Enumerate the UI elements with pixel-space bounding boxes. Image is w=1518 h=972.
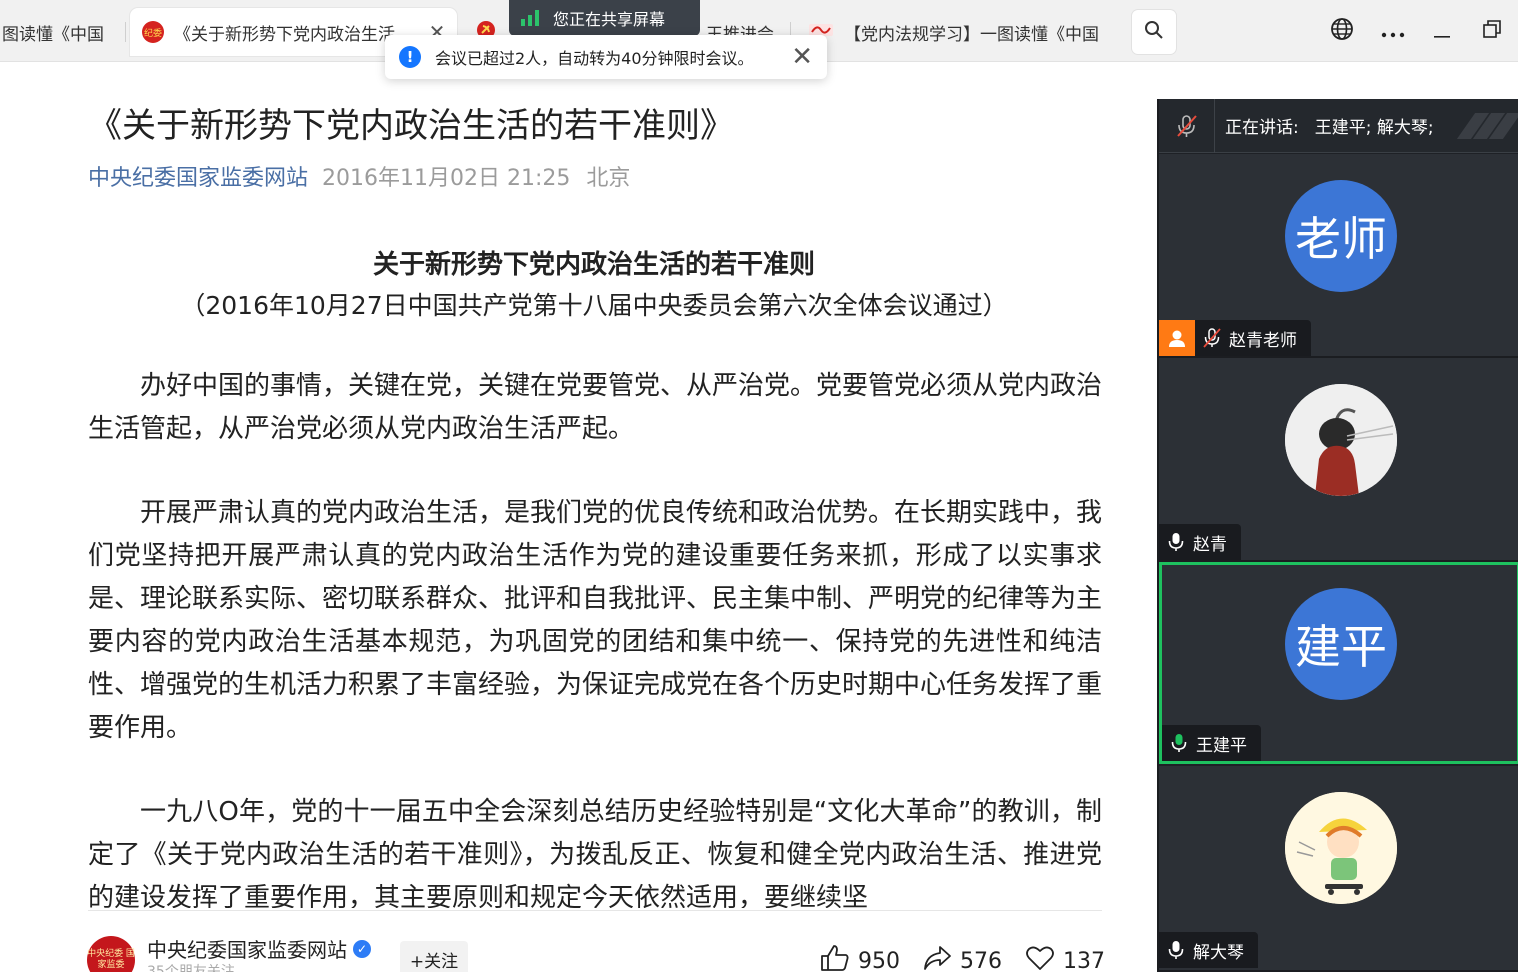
article-paragraph: 一九八O年，党的十一届五中全会深刻总结历史经验特别是“文化大革命”的教训，制定了…: [88, 797, 1102, 913]
tab-label: 图读懂《中国: [2, 24, 104, 45]
article-content: 《关于新形势下党内政治生活的若干准则》 中央纪委国家监委网站 2016年11月02…: [0, 62, 1157, 972]
participant-name: 赵青老师: [1229, 330, 1297, 351]
article-source-link[interactable]: 中央纪委国家监委网站: [88, 166, 308, 191]
mic-muted-icon[interactable]: [1159, 98, 1215, 153]
share-arrow-icon: [922, 944, 960, 972]
tab-label: 【党内法规学习】一图读懂《中国: [844, 24, 1099, 45]
notice-text: 会议已超过2人，自动转为40分钟限时会议。: [435, 49, 754, 68]
language-globe-button[interactable]: [1322, 14, 1362, 48]
favorite-count: 137: [1063, 948, 1105, 972]
signal-bars-icon: [521, 10, 539, 26]
search-icon: [1144, 20, 1164, 44]
participant-avatar: 老师: [1285, 180, 1397, 292]
participant-name-tag: 赵青: [1159, 524, 1241, 560]
panel-drag-handle-icon[interactable]: [1456, 113, 1518, 139]
participant-tile-active-speaker[interactable]: 建平 王建平: [1159, 562, 1518, 764]
browser-tab-5[interactable]: 【党内法规学习】一图读懂《中国: [796, 8, 1124, 56]
participant-name: 解大琴: [1193, 942, 1244, 963]
like-button[interactable]: 950: [820, 944, 900, 972]
tab-separator: [125, 22, 126, 42]
microphone-active-icon: [1170, 733, 1188, 753]
tab-label: 《关于新形势下党内政治生活: [174, 24, 395, 45]
participant-tile[interactable]: 解大琴: [1159, 766, 1518, 972]
tab-search-button[interactable]: [1132, 10, 1176, 54]
speaking-label: 正在讲话:: [1225, 118, 1299, 138]
globe-icon: [1330, 17, 1354, 46]
restore-icon: [1483, 19, 1501, 43]
footer-divider: [88, 910, 1102, 911]
restore-button[interactable]: [1472, 14, 1512, 48]
article-byline: 中央纪委国家监委网站 2016年11月02日 21:25 北京: [88, 160, 630, 192]
more-options-button[interactable]: [1373, 14, 1413, 48]
follow-button[interactable]: +关注: [400, 941, 468, 972]
notice-close-icon[interactable]: ✕: [791, 43, 813, 71]
speaking-names: 王建平; 解大琴;: [1314, 118, 1434, 138]
heart-icon: [1025, 944, 1063, 972]
article-location: 北京: [586, 166, 631, 191]
site-favicon-icon: 纪委: [142, 21, 164, 43]
meeting-limit-notice: ! 会议已超过2人，自动转为40分钟限时会议。 ✕: [385, 35, 827, 79]
screen-sharing-indicator[interactable]: 您正在共享屏幕: [509, 0, 700, 36]
participant-name-tag: 王建平: [1162, 725, 1261, 761]
share-count: 576: [960, 948, 1002, 972]
microphone-icon: [1167, 532, 1185, 552]
host-badge-icon: [1159, 320, 1195, 356]
author-name-text: 中央纪委国家监委网站: [147, 938, 347, 962]
author-followers: 35个朋友关注: [147, 964, 235, 972]
participant-name: 王建平: [1196, 735, 1247, 756]
favorite-button[interactable]: 137: [1025, 944, 1105, 972]
minimize-icon: [1434, 19, 1450, 43]
mic-muted-icon: [1203, 328, 1221, 348]
more-dots-icon: [1381, 19, 1405, 43]
article-paragraph: 开展严肃认真的党内政治生活，是我们党的优良传统和政治优势。在长期实践中，我们党坚…: [88, 498, 1103, 743]
document-subheading: （2016年10月27日中国共产党第十八届中央委员会第六次全体会议通过）: [180, 291, 1008, 320]
participant-avatar: 建平: [1285, 588, 1397, 700]
browser-tab-1[interactable]: 图读懂《中国: [0, 8, 122, 56]
article-title: 《关于新形势下党内政治生活的若干准则》: [88, 106, 734, 146]
article-paragraph: 办好中国的事情，关键在党，关键在党要管党、从严治党。党要管党必须从党内政治生活管…: [88, 371, 1103, 444]
participant-name-tag: 解大琴: [1159, 932, 1258, 968]
active-speaker-bar: 正在讲话: 王建平; 解大琴;: [1159, 98, 1518, 153]
article-datetime: 2016年11月02日 21:25: [322, 166, 571, 191]
verified-badge-icon: ✓: [353, 939, 371, 958]
share-button[interactable]: 576: [922, 944, 1002, 972]
participant-name-tag: 赵青老师: [1159, 320, 1311, 356]
participant-photo-avatar: [1285, 384, 1397, 496]
info-icon: !: [399, 46, 421, 68]
author-name[interactable]: 中央纪委国家监委网站 ✓: [147, 934, 371, 963]
minimize-button[interactable]: [1422, 14, 1462, 48]
participant-tile[interactable]: 赵青: [1159, 358, 1518, 562]
participant-photo-avatar: [1285, 792, 1397, 904]
microphone-icon: [1167, 940, 1185, 960]
screen-sharing-label: 您正在共享屏幕: [553, 10, 666, 29]
participant-tile[interactable]: 老师 赵青老师: [1159, 154, 1518, 358]
document-heading: 关于新形势下党内政治生活的若干准则: [372, 250, 815, 280]
thumbs-up-icon: [820, 944, 858, 972]
like-count: 950: [858, 948, 900, 972]
participant-name: 赵青: [1193, 534, 1227, 555]
meeting-video-panel: 正在讲话: 王建平; 解大琴; 老师 赵青老师 赵青 建平 王建平 解大琴: [1157, 98, 1518, 972]
